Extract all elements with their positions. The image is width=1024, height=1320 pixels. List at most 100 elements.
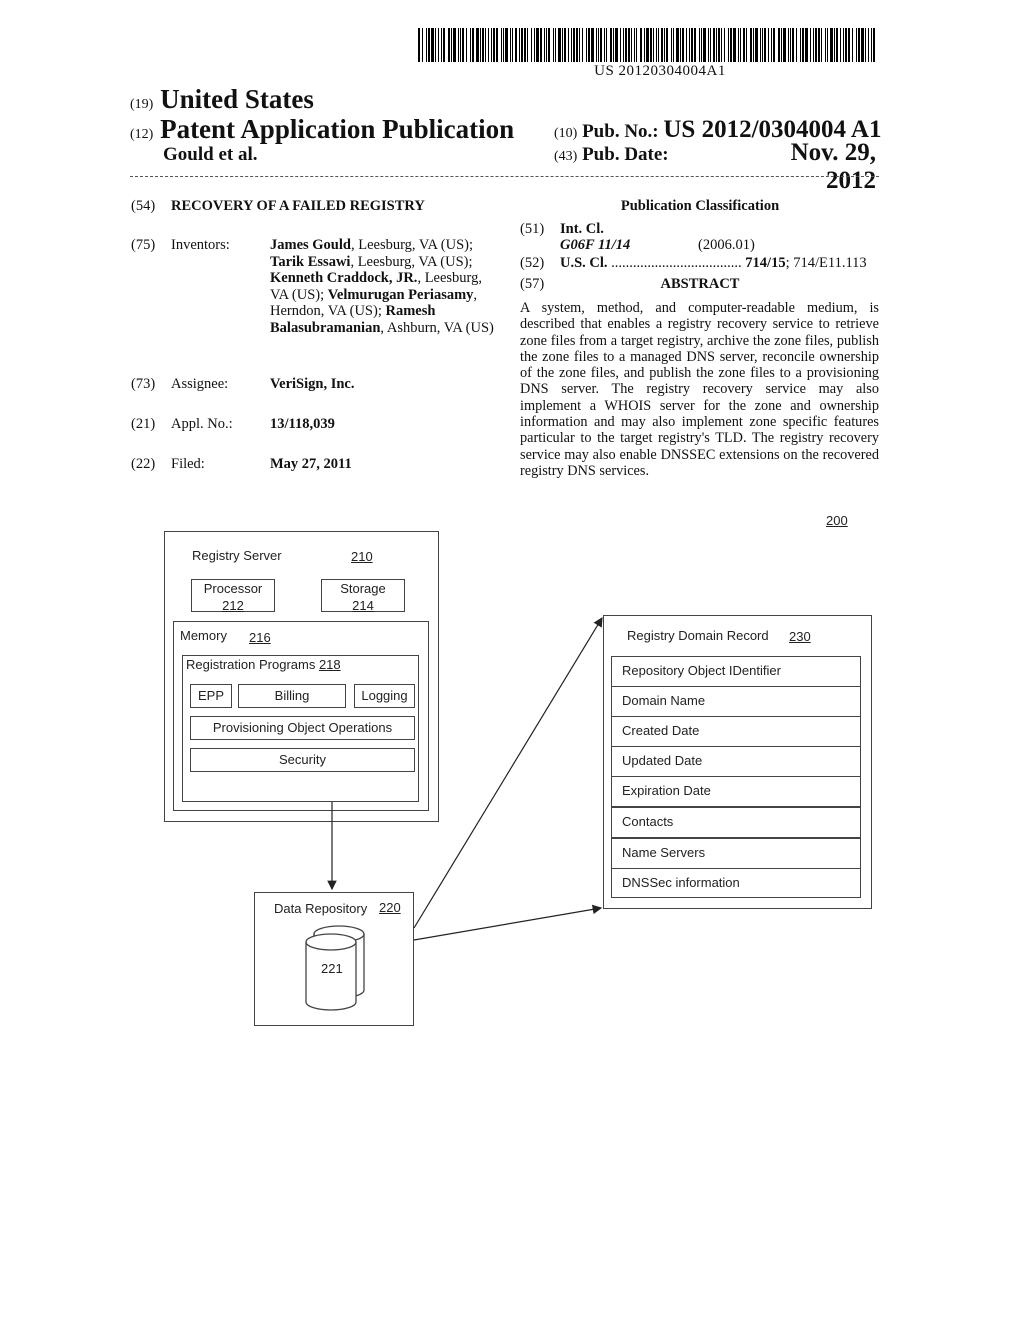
module-security: Security [190,748,415,772]
publication-type-line: (12) Patent Application Publication [130,114,514,145]
barcode-bar [656,28,657,62]
record-field: Name Servers [611,838,861,869]
abstract-body: A system, method, and computer-readable … [520,300,879,479]
int-cl-code: (51) [520,221,545,237]
appl-no-label: Appl. No.: [171,416,233,432]
barcode-bar [686,28,687,62]
domain-record-ref: 230 [789,629,811,644]
barcode-bar [505,28,508,62]
barcode-bar [548,28,550,62]
barcode-bar [555,28,556,62]
assignee-label: Assignee: [171,376,229,392]
barcode-bar [443,28,445,62]
barcode-bar [671,28,672,62]
barcode-bar [466,28,467,62]
title-field: (54) RECOVERY OF A FAILED REGISTRY [0,198,520,218]
barcode-bar [564,28,566,62]
inventor-location: , Leesburg, VA (US); [350,253,473,270]
barcode-bar [802,28,804,62]
barcode-bar [501,28,502,62]
registry-server-label: Registry Server [192,548,282,563]
country-code: (19) [130,97,154,112]
barcode-bar [462,28,464,62]
pub-date-label: Pub. Date: [582,144,669,165]
arrow-repository-to-record-bottom [413,904,603,941]
inventors-code: (75) [131,237,156,253]
abstract-heading: (57) ABSTRACT [520,276,880,294]
filed-label: Filed: [171,456,205,472]
module-billing: Billing [238,684,346,708]
processor-label: Processor [203,581,263,596]
barcode-bar [755,28,758,62]
us-cl-leader: .................................... [611,255,742,271]
barcode-bar [623,28,624,62]
barcode-bar [840,28,841,62]
barcode-bar [834,28,835,62]
header-divider [130,176,879,177]
type-code: (12) [130,127,154,142]
barcode-bar [689,28,690,62]
memory-label: Memory [180,628,227,643]
barcode-bar [503,28,504,62]
country: United States [160,84,314,114]
memory-ref: 216 [249,630,271,645]
record-field: Contacts [611,807,861,838]
module-provisioning: Provisioning Object Operations [190,716,415,740]
appl-no-code: (21) [131,416,156,432]
barcode-bar [764,28,766,62]
country-line: (19) United States [130,84,314,115]
barcode-bar [536,28,539,62]
barcode-bar [800,28,801,62]
barcode-bar [792,28,794,62]
barcode-bar [753,28,754,62]
barcode-bar [848,28,850,62]
barcode-bar [524,28,526,62]
barcode-bar [699,28,700,62]
appl-no-value: 13/118,039 [270,416,335,432]
barcode-bar [588,28,590,62]
barcode-bar [815,28,817,62]
registration-programs-title: Registration Programs 218 [186,657,341,672]
barcode-bar [724,28,725,62]
barcode-bar [480,28,481,62]
barcode-bar [496,28,498,62]
int-cl-field: (51) Int. Cl. G06F 11/14 (2006.01) [520,221,880,255]
barcode-bar [488,28,489,62]
barcode-bar [646,28,649,62]
barcode-bar [865,28,866,62]
assignee-code: (73) [131,376,156,392]
barcode-bar [610,28,612,62]
barcode-bar [519,28,520,62]
record-field: Created Date [611,716,861,747]
record-field: Expiration Date [611,776,861,807]
barcode-bar [628,28,630,62]
barcode-bar [805,28,808,62]
barcode-bar [653,28,654,62]
barcode-bar [790,28,791,62]
barcode-bar [821,28,822,62]
barcode-bar [591,28,594,62]
barcode-bar [531,28,532,62]
barcode-bar [861,28,864,62]
barcode-bar [673,28,674,62]
barcode-bar [546,28,547,62]
barcode-bar [568,28,569,62]
barcode-bar [730,28,732,62]
barcode-bar [721,28,722,62]
inventors-list: James Gould, Leesburg, VA (US); Tarik Es… [270,237,495,336]
classification-title: Publication Classification [620,198,780,214]
inventor-name: Velmurugan Periasamy [327,286,474,303]
registration-programs-ref: 218 [318,657,341,672]
barcode-bar [472,28,474,62]
barcode-bar [718,28,720,62]
record-field: Domain Name [611,686,861,717]
barcode-bar [708,28,709,62]
barcode-bar [843,28,844,62]
barcode-bar [435,28,436,62]
barcode-bar [818,28,820,62]
barcode-bar [512,28,513,62]
barcode-bar [510,28,511,62]
inventor-name: James Gould [270,237,351,253]
publication-type: Patent Application Publication [160,114,515,144]
appl-no-field: (21) Appl. No.: 13/118,039 [0,416,520,436]
